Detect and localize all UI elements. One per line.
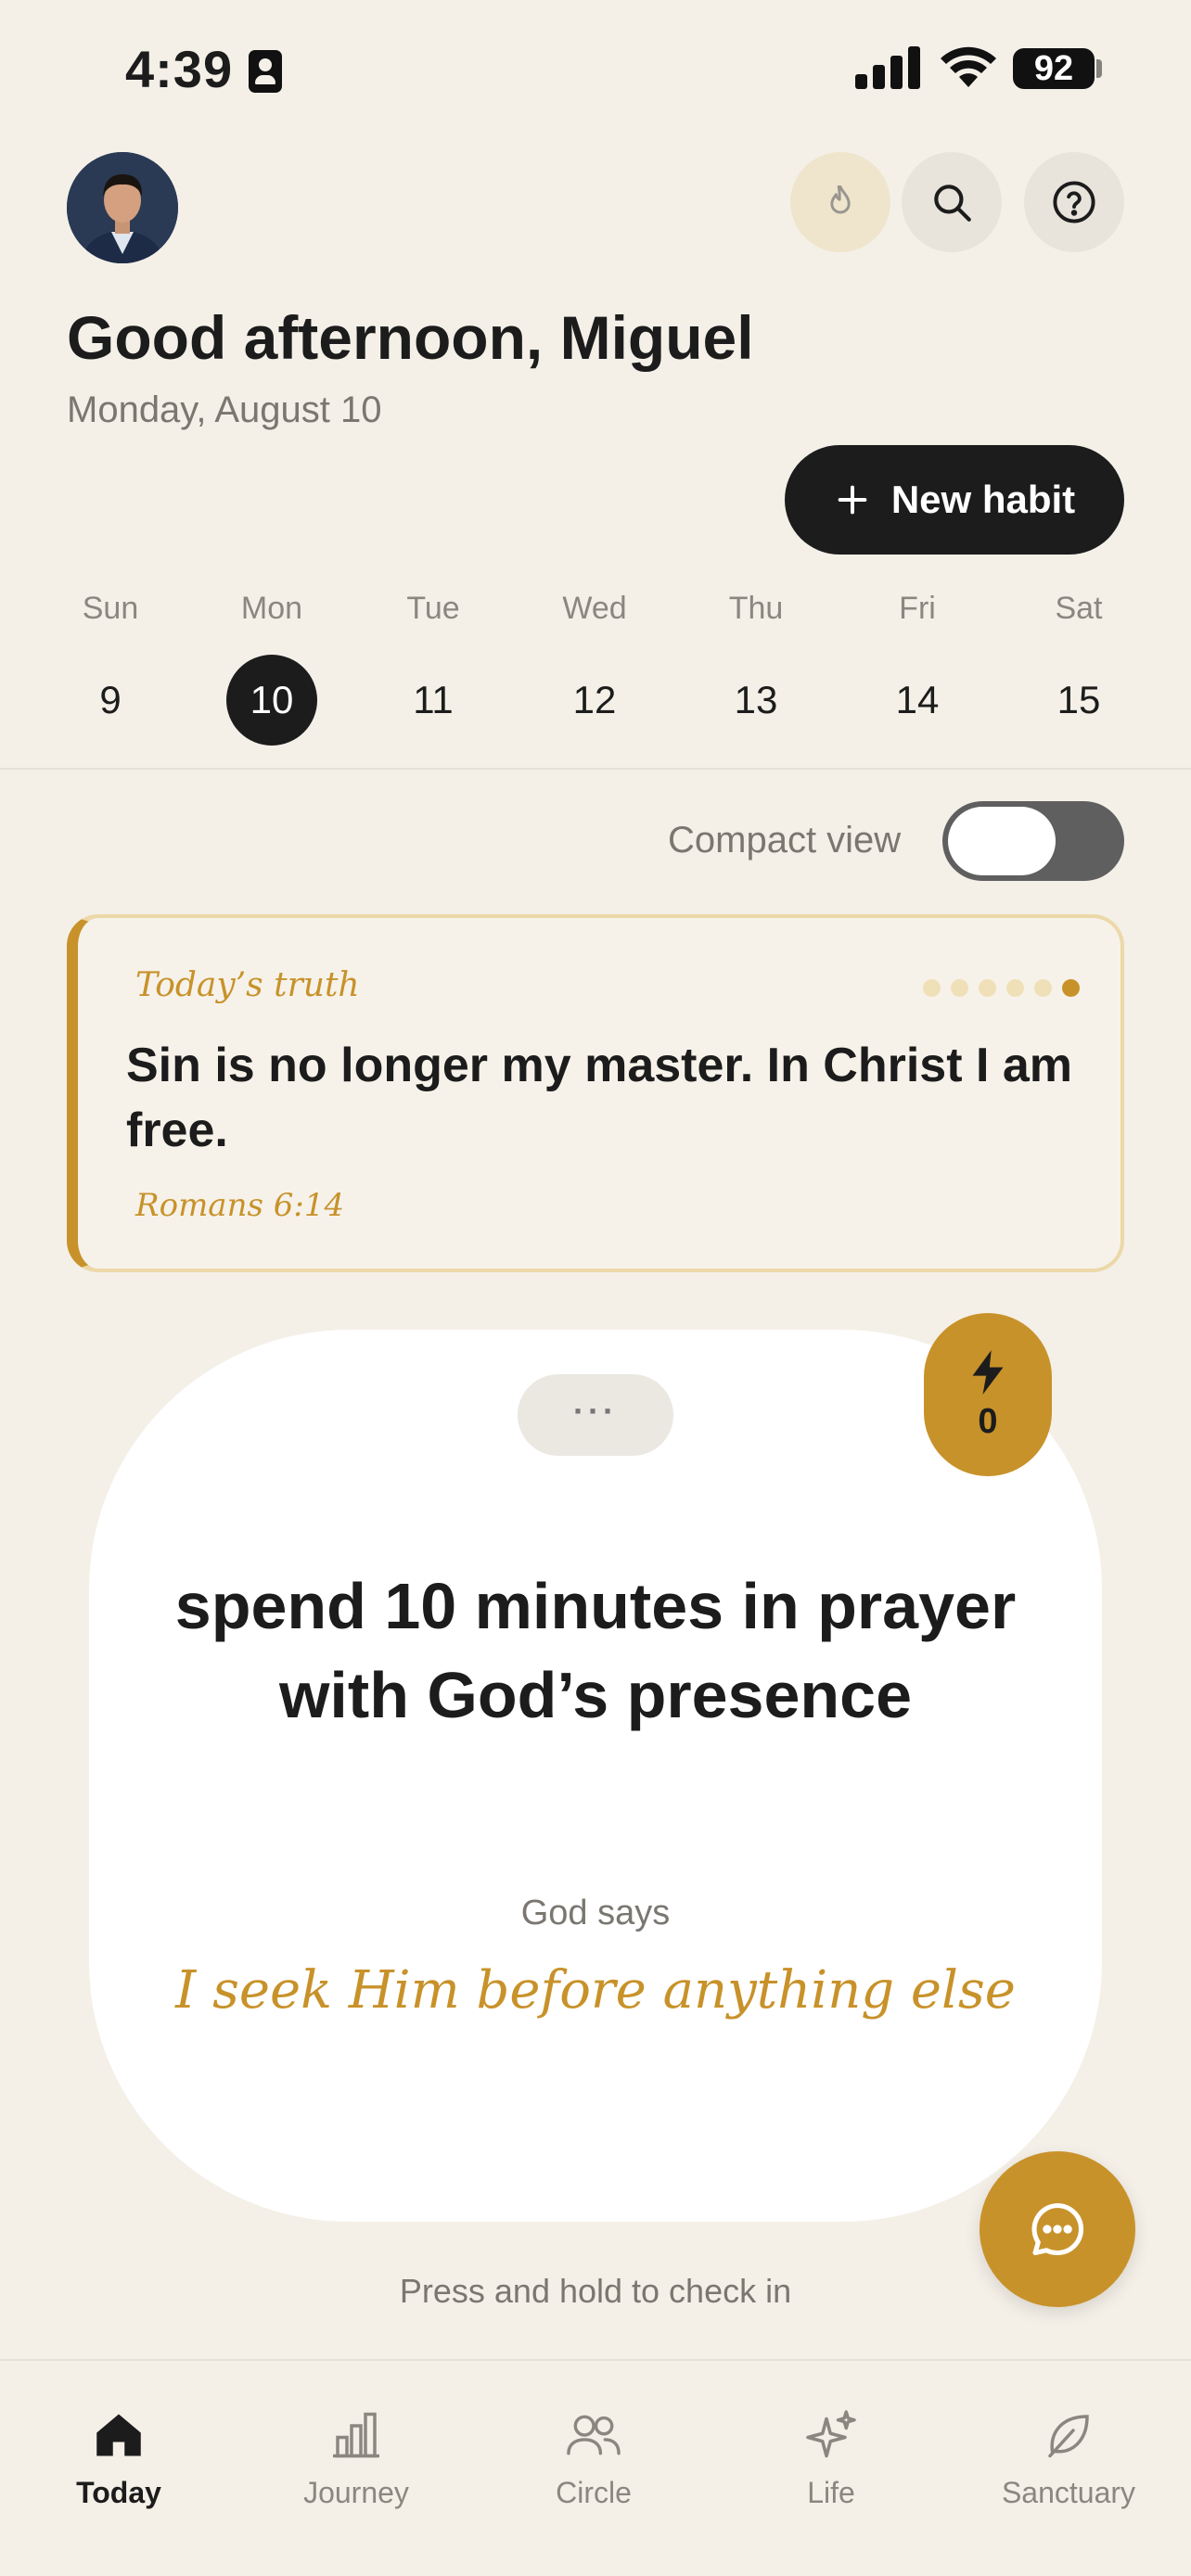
pager-dot [1006,979,1024,997]
greeting-title: Good afternoon, Miguel [67,303,754,372]
day-name: Tue [406,591,460,626]
streak-badge[interactable]: 0 [924,1313,1052,1476]
leaf-icon [1048,2415,1089,2458]
avatar[interactable] [67,152,178,263]
day-name: Sun [82,591,139,626]
day-name: Wed [562,591,627,626]
new-habit-label: New habit [890,478,1076,521]
habit-title: spend 10 minutes in prayer with God’s pr… [174,1570,1017,1731]
day-date: 11 [413,678,454,721]
flame-button[interactable] [790,152,890,252]
day-sat[interactable]: Sat 15 [1014,588,1144,746]
tab-label: Journey [303,2476,409,2509]
cellular-signal-icon [855,46,920,89]
habit-affirmation: I seek Him before anything else [175,1960,1016,2021]
lightning-icon [972,1349,1004,1395]
wifi-icon [941,46,996,87]
search-button[interactable] [902,152,1002,252]
chat-bubble-icon [1031,2202,1084,2256]
truth-text: Sin is no longer my master. In Christ I … [126,1039,1073,1157]
tab-circle[interactable]: Circle [475,2407,712,2510]
day-name: Sat [1055,591,1103,626]
pager-dot [951,979,968,997]
contact-card-icon [249,50,282,93]
day-name: Mon [240,591,303,626]
section-divider [0,768,1191,770]
tab-life[interactable]: Life [712,2407,950,2510]
truth-reference: Romans 6:14 [135,1187,345,1224]
home-icon [96,2414,141,2456]
toggle-knob [948,807,1056,875]
search-icon [934,185,971,222]
day-date: 10 [226,655,317,746]
day-date: 15 [1057,678,1101,721]
truth-title: Today’s truth [135,966,360,1004]
day-date: 13 [734,678,778,721]
pager-dot [979,979,996,997]
compact-view-label: Compact view [668,820,902,861]
bar-chart-icon [333,2412,379,2458]
tab-journey[interactable]: Journey [237,2407,475,2510]
truth-pager[interactable] [923,979,1080,997]
day-date: 9 [99,678,122,721]
pager-dot [923,979,941,997]
god-says-label: God says [520,1894,671,1932]
tab-sanctuary[interactable]: Sanctuary [950,2407,1187,2510]
check-in-hint: Press and hold to check in [399,2272,792,2310]
plus-icon [838,485,867,515]
help-icon [1053,181,1095,223]
new-habit-button[interactable]: New habit [785,445,1124,555]
tab-today[interactable]: Today [0,2407,237,2510]
day-date: 12 [572,678,617,721]
sparkles-icon [806,2410,856,2458]
day-name: Fri [899,591,936,626]
todays-truth-card[interactable]: Today’s truth Sin is no longer my master… [67,914,1124,1272]
status-time: 4:39 [125,40,234,98]
tab-label: Circle [556,2476,632,2509]
pager-dot-active [1062,979,1080,997]
streak-count: 0 [978,1401,998,1441]
day-name: Thu [728,591,784,626]
battery-tip [1096,59,1102,78]
day-fri[interactable]: Fri 14 [852,588,982,746]
day-date: 14 [895,678,940,721]
tab-label: Today [76,2476,161,2509]
day-tue[interactable]: Tue 11 [368,588,498,746]
compact-view-toggle[interactable] [942,801,1124,881]
day-wed[interactable]: Wed 12 [530,588,660,746]
tab-label: Life [807,2476,855,2509]
tab-label: Sanctuary [1001,2476,1136,2509]
more-options-button[interactable]: ··· [518,1374,673,1456]
tab-bar: Today Journey Circle Life Sanctuary [0,2359,1191,2576]
people-icon [567,2415,621,2455]
day-sun[interactable]: Sun 9 [45,588,175,746]
pager-dot [1034,979,1052,997]
day-mon[interactable]: Mon 10 [207,588,337,746]
help-button[interactable] [1024,152,1124,252]
battery-indicator: 92 [1013,48,1095,89]
current-date: Monday, August 10 [67,389,382,430]
day-thu[interactable]: Thu 13 [691,588,821,746]
flame-icon [830,185,851,214]
